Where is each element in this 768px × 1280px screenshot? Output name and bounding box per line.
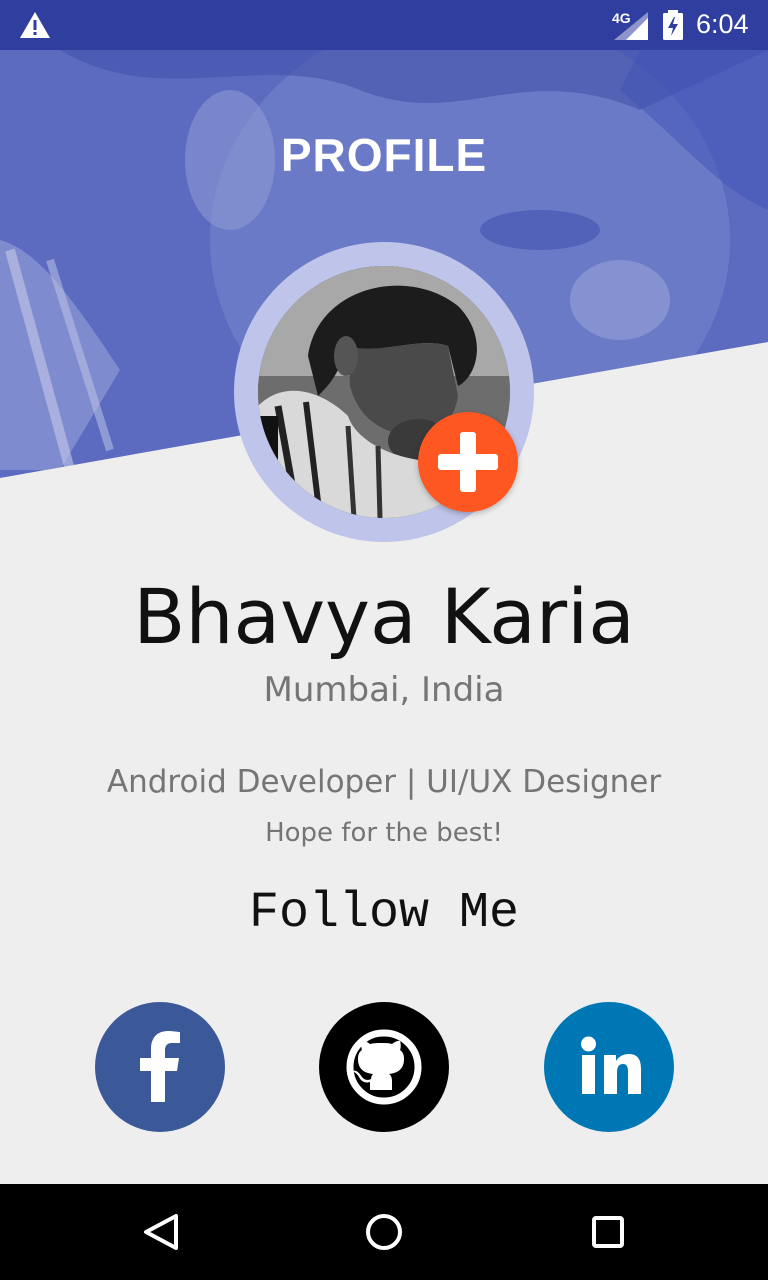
profile-name: Bhavya Karia	[133, 572, 635, 661]
status-bar: 4G 6:04	[0, 0, 768, 50]
linkedin-button[interactable]	[544, 1002, 674, 1132]
profile-location: Mumbai, India	[263, 670, 505, 710]
clock: 6:04	[696, 9, 749, 39]
add-photo-button[interactable]	[418, 412, 518, 512]
profile-tagline: Hope for the best!	[265, 818, 503, 848]
back-icon[interactable]	[130, 1202, 190, 1262]
navigation-bar	[0, 1184, 768, 1280]
follow-title: Follow Me	[248, 885, 520, 942]
signal-icon	[614, 12, 648, 40]
github-icon	[346, 1029, 422, 1105]
facebook-button[interactable]	[95, 1002, 225, 1132]
recents-icon[interactable]	[578, 1202, 638, 1262]
plus-icon	[438, 432, 498, 492]
linkedin-icon	[581, 1036, 641, 1094]
home-icon[interactable]	[354, 1202, 414, 1262]
page-title: PROFILE	[280, 129, 488, 181]
profile-role: Android Developer | UI/UX Designer	[106, 764, 662, 800]
battery-charging-icon	[663, 10, 683, 40]
github-button[interactable]	[319, 1002, 449, 1132]
warning-icon	[20, 12, 50, 38]
facebook-icon	[140, 1031, 180, 1102]
